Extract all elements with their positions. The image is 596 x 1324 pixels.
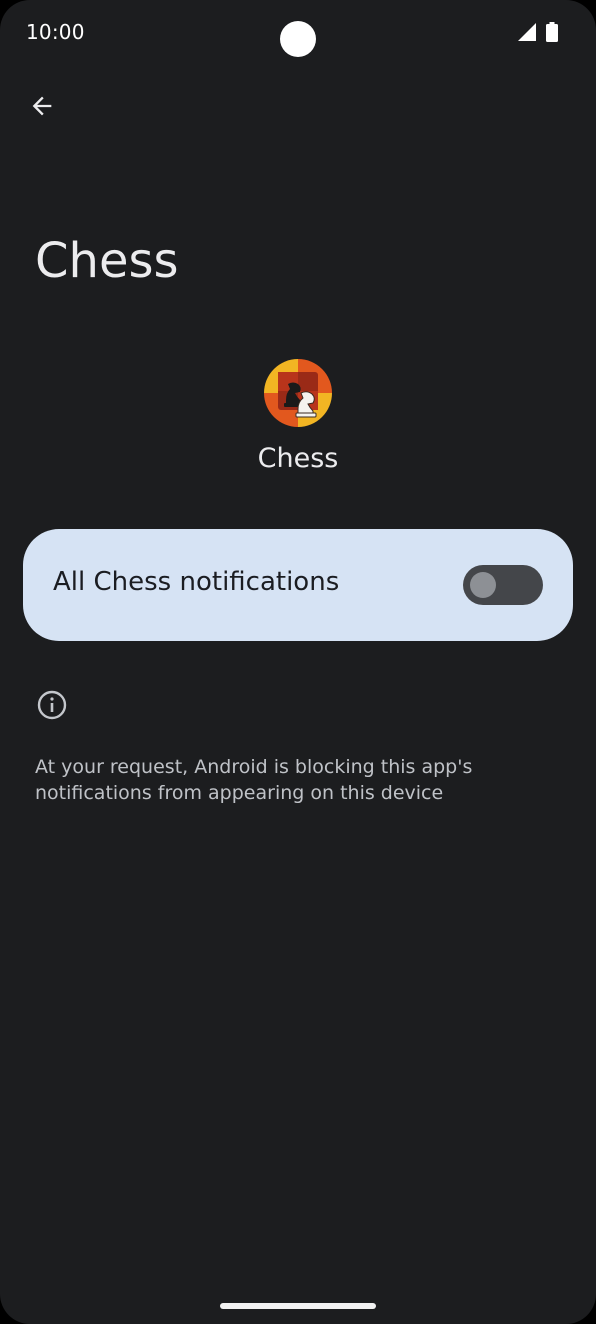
status-icons — [518, 22, 558, 42]
status-time: 10:00 — [26, 20, 85, 44]
blocking-info-text: At your request, Android is blocking thi… — [35, 756, 473, 804]
signal-icon — [518, 23, 536, 41]
chess-app-icon — [264, 359, 332, 427]
toggle-label: All Chess notifications — [53, 567, 340, 597]
battery-icon — [546, 22, 558, 42]
arrow-left-icon — [32, 96, 52, 116]
app-name: Chess — [257, 443, 339, 474]
notification-settings-screen: 10:00 Chess Chess All Chess notification… — [0, 0, 596, 1324]
notifications-switch[interactable] — [463, 565, 543, 605]
info-icon — [37, 690, 67, 720]
camera-cutout — [280, 21, 316, 57]
status-bar: 10:00 — [0, 0, 596, 66]
page-title: Chess — [35, 233, 179, 289]
back-button[interactable] — [20, 84, 64, 128]
switch-knob — [470, 572, 496, 598]
all-notifications-toggle-row[interactable]: All Chess notifications — [23, 529, 573, 641]
home-indicator[interactable] — [220, 1303, 376, 1309]
